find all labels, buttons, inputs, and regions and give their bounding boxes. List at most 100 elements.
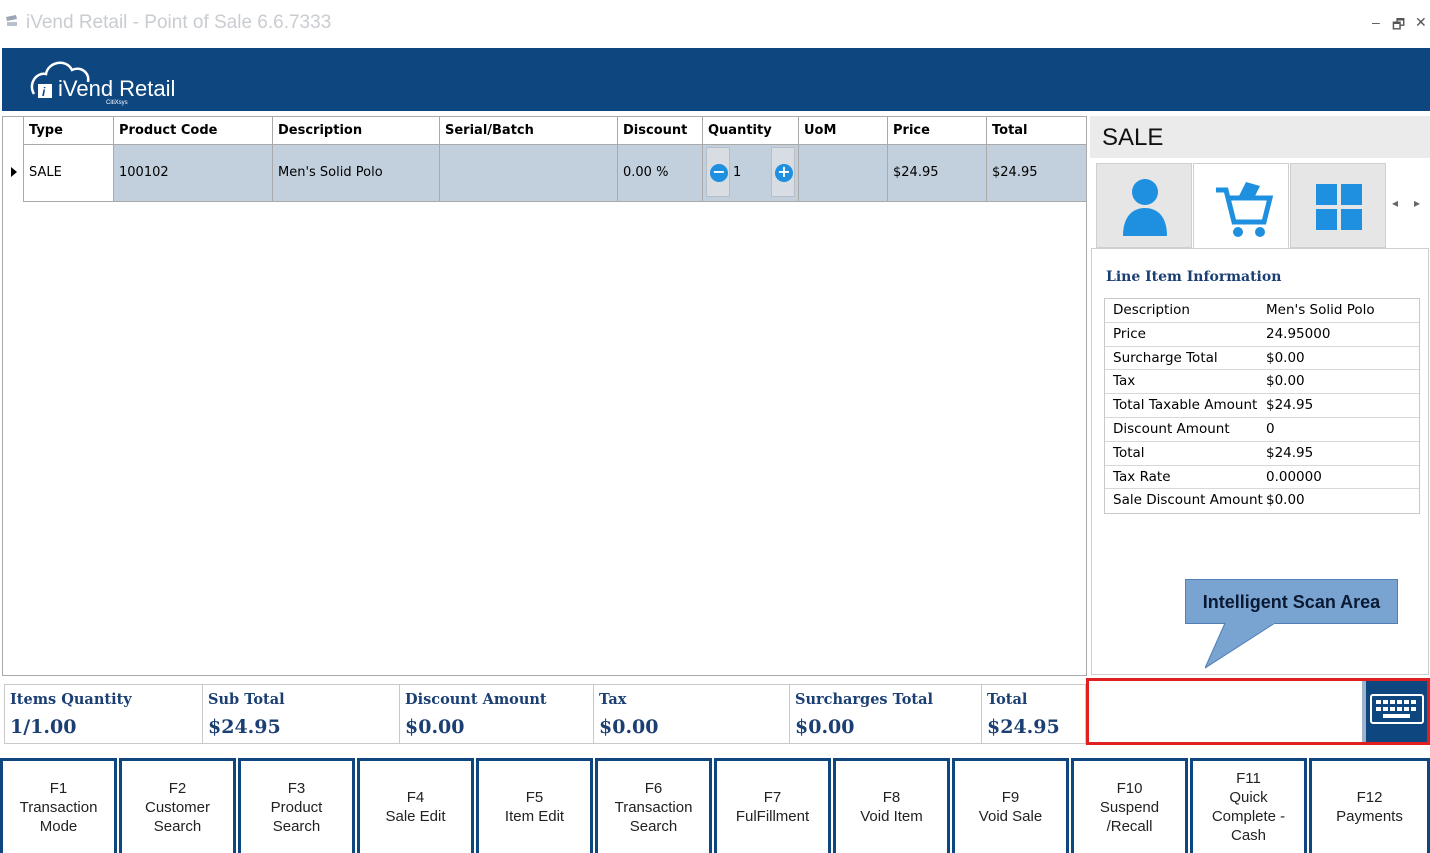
- total-label: Total: [987, 691, 1028, 708]
- decrease-quantity-button[interactable]: −: [706, 147, 730, 197]
- f8-void-item-button[interactable]: F8 Void Item: [833, 758, 950, 853]
- f1-transaction-mode-button[interactable]: F1 Transaction Mode: [0, 758, 117, 853]
- cell-description: Men's Solid Polo: [272, 145, 439, 201]
- tab-grid[interactable]: [1290, 163, 1386, 248]
- total-label: Items Quantity: [10, 691, 132, 708]
- total-value: $24.95: [208, 716, 281, 738]
- fkey-label: FulFillment: [735, 808, 810, 825]
- total-value: 1/1.00: [10, 716, 77, 738]
- info-value: 0: [1266, 420, 1275, 437]
- line-item-info-table: Description Men's Solid Polo Price 24.9500…: [1104, 298, 1420, 515]
- info-row: Total $24.95: [1105, 442, 1419, 466]
- total-tax: Tax $0.00: [593, 685, 789, 743]
- tab-scroll-right-icon[interactable]: ▸: [1414, 196, 1420, 210]
- line-items-grid: Type Product Code Description Serial/Bat…: [2, 116, 1087, 676]
- f5-item-edit-button[interactable]: F5 Item Edit: [476, 758, 593, 853]
- minimize-icon[interactable]: –: [1372, 14, 1380, 30]
- col-header-total[interactable]: Total: [986, 117, 1086, 145]
- restore-icon[interactable]: 🗗: [1392, 14, 1405, 38]
- col-header-type[interactable]: Type: [23, 117, 113, 145]
- fkey-label: Transaction Mode: [19, 798, 98, 835]
- minus-icon: −: [710, 164, 728, 182]
- increase-quantity-button[interactable]: +: [771, 147, 795, 197]
- f7-fulfillment-button[interactable]: F7 FulFillment: [714, 758, 831, 853]
- info-value: $24.95: [1266, 397, 1314, 414]
- fkey-label: Quick Complete - Cash: [1211, 789, 1286, 844]
- f3-product-search-button[interactable]: F3 Product Search: [238, 758, 355, 853]
- info-row: Tax $0.00: [1105, 370, 1419, 395]
- intelligent-scan-area: [1086, 678, 1430, 745]
- info-key: Tax: [1113, 373, 1136, 390]
- info-row: Total Taxable Amount $24.95: [1105, 394, 1419, 418]
- fkey-code: F3: [287, 779, 306, 797]
- f2-customer-search-button[interactable]: F2 Customer Search: [119, 758, 236, 853]
- fkey-label: Void Item: [860, 808, 923, 825]
- cell-discount: 0.00 %: [617, 145, 702, 201]
- total-discount-amount: Discount Amount $0.00: [399, 685, 593, 743]
- close-icon[interactable]: ✕: [1415, 14, 1427, 31]
- total-label: Tax: [599, 691, 627, 708]
- keyboard-button[interactable]: [1362, 681, 1427, 742]
- cell-price: $24.95: [887, 145, 986, 201]
- total-label: Surcharges Total: [795, 691, 934, 708]
- grid-header: Type Product Code Description Serial/Bat…: [23, 117, 1086, 145]
- info-value: $0.00: [1266, 373, 1305, 390]
- table-row[interactable]: SALE 100102 Men's Solid Polo 0.00 % − 1 …: [23, 145, 1086, 202]
- tab-customer[interactable]: [1096, 163, 1192, 248]
- tab-scroll-left-icon[interactable]: ◂: [1392, 196, 1398, 210]
- f11-quick-complete-cash-button[interactable]: F11 Quick Complete - Cash: [1190, 758, 1307, 853]
- col-header-uom[interactable]: UoM: [798, 117, 887, 145]
- f12-payments-button[interactable]: F12 Payments: [1309, 758, 1430, 853]
- fkey-label: Sale Edit: [385, 808, 446, 825]
- f4-sale-edit-button[interactable]: F4 Sale Edit: [357, 758, 474, 853]
- cart-icon: [1216, 182, 1274, 237]
- info-row: Sale Discount Amount $0.00: [1105, 489, 1419, 513]
- fkey-code: F12: [1356, 789, 1383, 806]
- line-item-info-title: Line Item Information: [1106, 269, 1282, 285]
- cell-quantity: − 1 +: [702, 145, 798, 201]
- sale-heading-text: SALE: [1102, 124, 1164, 151]
- scan-input[interactable]: [1089, 681, 1361, 742]
- totals-bar: Items Quantity 1/1.00 Sub Total $24.95 Dis…: [4, 684, 1086, 744]
- tab-cart[interactable]: [1193, 163, 1289, 251]
- col-header-description[interactable]: Description: [272, 117, 439, 145]
- info-key: Price: [1113, 325, 1146, 342]
- col-header-serial-batch[interactable]: Serial/Batch: [439, 117, 617, 145]
- info-row: Price 24.95000: [1105, 323, 1419, 347]
- fkey-label: Item Edit: [504, 808, 565, 825]
- cell-product-code: 100102: [113, 145, 272, 201]
- f6-transaction-search-button[interactable]: F6 Transaction Search: [595, 758, 712, 853]
- info-row: Tax Rate 0.00000: [1105, 466, 1419, 490]
- total-value: $24.95: [987, 716, 1060, 738]
- total-surcharges: Surcharges Total $0.00: [789, 685, 981, 743]
- fkey-code: F10: [1116, 779, 1143, 797]
- fkey-label: Transaction Search: [614, 798, 693, 835]
- title-bar: iVend Retail - Point of Sale 6.6.7333 – …: [0, 0, 1430, 48]
- fkey-label: Product Search: [270, 798, 323, 835]
- f9-void-sale-button[interactable]: F9 Void Sale: [952, 758, 1069, 853]
- window-title: iVend Retail - Point of Sale 6.6.7333: [26, 12, 332, 33]
- fkey-code: F7: [763, 789, 782, 806]
- col-header-quantity[interactable]: Quantity: [702, 117, 798, 145]
- cell-type: SALE: [23, 145, 113, 201]
- info-key: Discount Amount: [1113, 420, 1230, 437]
- col-header-price[interactable]: Price: [887, 117, 986, 145]
- col-header-discount[interactable]: Discount: [617, 117, 702, 145]
- col-header-product-code[interactable]: Product Code: [113, 117, 272, 145]
- sale-heading: SALE: [1090, 116, 1430, 158]
- info-row: Discount Amount 0: [1105, 418, 1419, 442]
- info-value: 24.95000: [1266, 325, 1331, 342]
- total-items-quantity: Items Quantity 1/1.00: [5, 685, 202, 743]
- fkey-label: Void Sale: [978, 808, 1043, 825]
- info-key: Sale Discount Amount: [1113, 492, 1263, 509]
- function-key-bar: F1 Transaction Mode F2 Customer Search F3 P…: [0, 758, 1430, 853]
- cell-serial-batch: [439, 145, 617, 201]
- fkey-code: F4: [406, 789, 425, 806]
- info-key: Description: [1113, 302, 1190, 318]
- header-banner: i iVend Retail CitiXsys: [2, 48, 1430, 111]
- plus-icon: +: [775, 164, 793, 182]
- logo-text: iVend Retail: [58, 76, 176, 101]
- info-key: Total Taxable Amount: [1113, 397, 1258, 414]
- fkey-code: F9: [1001, 789, 1020, 806]
- f10-suspend-recall-button[interactable]: F10 Suspend /Recall: [1071, 758, 1188, 853]
